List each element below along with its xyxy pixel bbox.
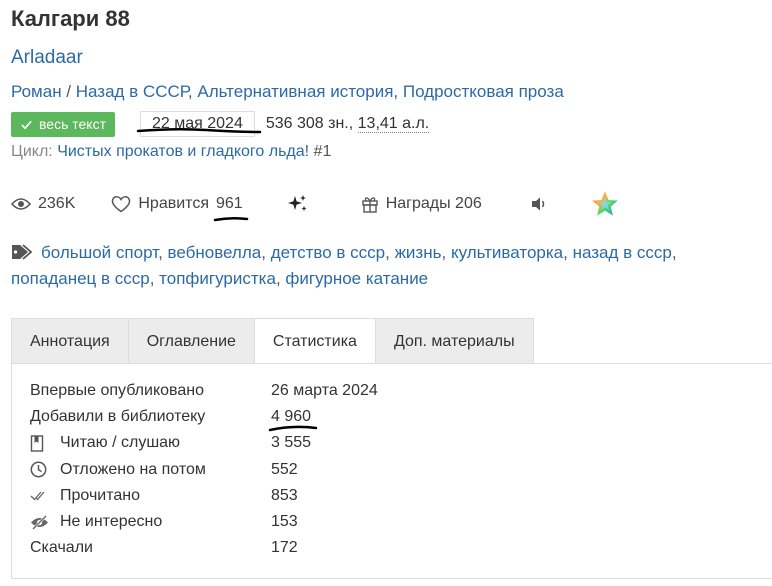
stat-value: 552: [271, 460, 298, 478]
cycle-line: Цикл: Чистых прокатов и гладкого льда! #…: [11, 143, 331, 161]
cycle-label: Цикл:: [11, 143, 58, 160]
awards-label: Награды 206: [385, 195, 482, 212]
stat-reading: Читаю / слушаю 3 555: [30, 430, 378, 456]
stat-value: 4 960: [268, 404, 318, 432]
eye-icon: [11, 198, 31, 210]
size-sheets: 13,41 а.л.: [357, 115, 430, 133]
book-icon: [30, 435, 44, 452]
statistics-table: Впервые опубликовано 26 марта 2024 Добав…: [30, 378, 378, 561]
stat-downloaded: Скачали 172: [30, 535, 378, 561]
tag-link[interactable]: топфигуристка: [159, 269, 276, 288]
stat-read: Прочитано 853: [30, 483, 378, 509]
tag-link[interactable]: жизнь: [395, 243, 442, 262]
sparkles-button[interactable]: [287, 194, 309, 214]
like-count: 961: [213, 195, 249, 222]
page-title: Калгари 88: [11, 6, 130, 31]
tag-link[interactable]: вебновелла: [168, 243, 262, 262]
genre-link-novel[interactable]: Роман: [11, 82, 62, 101]
like-label: Нравится: [138, 195, 209, 212]
tab-bar: Аннотация Оглавление Статистика Доп. мат…: [11, 318, 534, 364]
tag-link[interactable]: большой спорт: [41, 243, 158, 262]
badge-row: весь текст 22 мая 2024 536 308 зн., 13,4…: [11, 111, 430, 137]
tab-statistics[interactable]: Статистика: [253, 318, 375, 364]
tag-link[interactable]: назад в ссср: [573, 243, 672, 262]
stats-row: 236K Нравится 961 Награды 206: [11, 190, 620, 222]
publish-date: 22 мая 2024: [136, 111, 262, 137]
stat-added-to-library: Добавили в библиотеку 4 960: [30, 404, 378, 432]
tag-link[interactable]: попаданец в ссср: [11, 269, 150, 288]
gift-icon: [361, 197, 378, 213]
cycle-number: #1: [309, 143, 332, 160]
genre-separator: ,: [187, 82, 198, 101]
cycle-link[interactable]: Чистых прокатов и гладкого льда!: [57, 143, 309, 160]
statistics-panel: Впервые опубликовано 26 марта 2024 Добав…: [11, 363, 772, 579]
eye-slash-icon: [31, 514, 48, 530]
genre-link-teen-prose[interactable]: Подростковая проза: [403, 82, 564, 101]
tags-block: большой спорт, вебновелла, детство в ссс…: [11, 243, 677, 288]
stat-value: 172: [271, 539, 298, 557]
stat-label: Скачали: [30, 539, 93, 557]
author-link[interactable]: Arladaar: [11, 47, 83, 69]
stat-label: Впервые опубликовано: [30, 382, 204, 399]
size-chars: 536 308 зн.,: [265, 115, 358, 132]
stat-value: 26 марта 2024: [271, 382, 378, 399]
stat-value: 853: [271, 486, 298, 504]
rainbow-star-icon: [591, 191, 618, 216]
stat-label: Добавили в библиотеку: [30, 408, 206, 426]
tag-icon: [12, 244, 33, 260]
tab-extra-materials[interactable]: Доп. материалы: [374, 318, 534, 364]
stat-label: Прочитано: [60, 486, 140, 504]
stat-postponed: Отложено на потом 552: [30, 457, 378, 483]
genres-line: Роман / Назад в СССР, Альтернативная ист…: [11, 82, 564, 102]
tab-contents[interactable]: Оглавление: [127, 318, 254, 364]
stat-first-published: Впервые опубликовано 26 марта 2024: [30, 378, 378, 404]
heart-icon: [112, 196, 131, 213]
tag-link[interactable]: детство в ссср: [271, 243, 385, 262]
stat-value: 153: [271, 512, 298, 530]
genre-separator: /: [61, 82, 76, 101]
like-button[interactable]: Нравится 961: [111, 195, 249, 222]
tag-link[interactable]: культиваторка: [451, 243, 563, 262]
sparkles-icon: [287, 195, 307, 211]
awards-button[interactable]: Награды 206: [361, 195, 482, 213]
double-check-icon: [30, 491, 45, 501]
speaker-icon: [531, 197, 544, 211]
fulltext-badge[interactable]: весь текст: [11, 111, 115, 137]
check-icon: [21, 120, 32, 129]
premium-star-button[interactable]: [590, 190, 620, 218]
stat-label: Отложено на потом: [60, 460, 206, 478]
clock-icon: [30, 461, 47, 478]
views-count: 236K: [38, 195, 76, 212]
views-stat: 236K: [11, 195, 75, 213]
stat-label: Читаю / слушаю: [60, 434, 181, 452]
genre-link-back-to-ussr[interactable]: Назад в СССР: [76, 82, 188, 101]
genre-separator: ,: [393, 82, 403, 101]
fulltext-label: весь текст: [39, 116, 106, 132]
likes-underline-annotation: [213, 216, 249, 222]
tag-link[interactable]: фигурное катание: [285, 269, 428, 288]
stat-not-interested: Не интересно 153: [30, 509, 378, 535]
tab-annotation[interactable]: Аннотация: [11, 318, 128, 364]
genre-link-alt-history[interactable]: Альтернативная история: [197, 82, 393, 101]
stat-value: 3 555: [271, 434, 312, 452]
audio-button[interactable]: [530, 196, 548, 212]
date-underline-annotation: [136, 127, 262, 134]
book-size: 536 308 зн., 13,41 а.л.: [265, 115, 430, 133]
stat-label: Не интересно: [60, 512, 163, 530]
